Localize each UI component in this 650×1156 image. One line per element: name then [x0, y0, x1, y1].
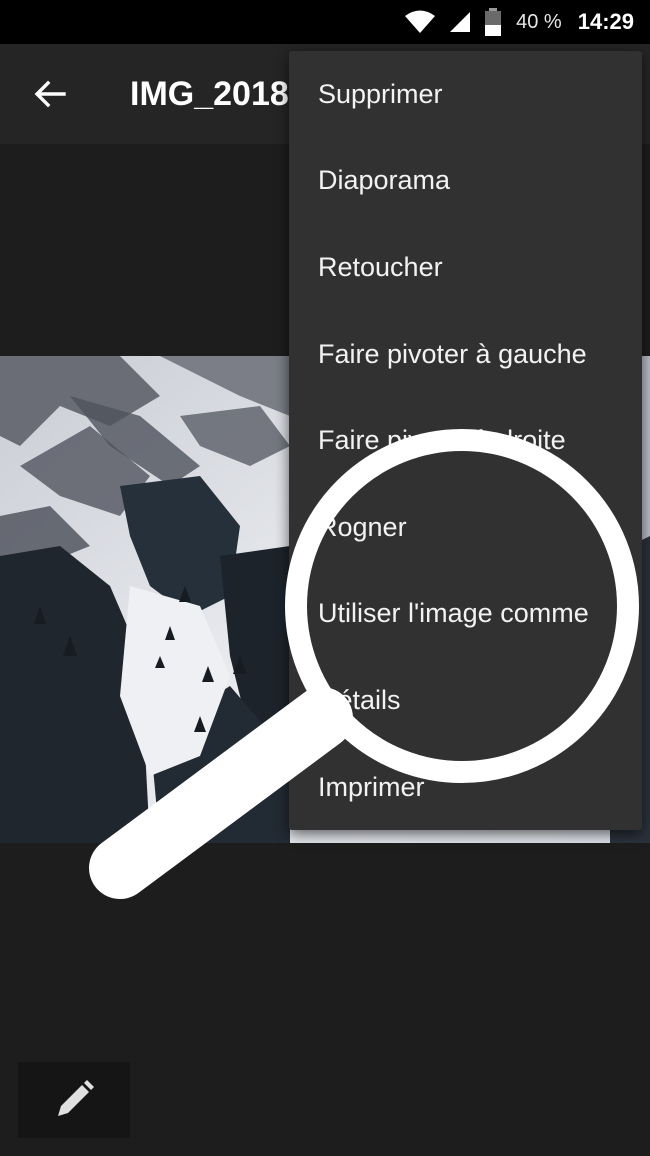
arrow-left-icon [34, 80, 66, 108]
battery-icon [485, 8, 502, 36]
menu-item-rotate-left[interactable]: Faire pivoter à gauche [289, 311, 642, 398]
gallery-screen: 40 % 14:29 IMG_2018 Supprimer Diaporama … [0, 0, 650, 1156]
menu-item-delete[interactable]: Supprimer [289, 51, 642, 138]
back-button[interactable] [0, 44, 100, 144]
menu-item-rotate-right[interactable]: Faire pivoter à droite [289, 397, 642, 484]
cell-signal-icon [450, 12, 471, 32]
menu-item-set-as[interactable]: Utiliser l'image comme [289, 571, 642, 658]
edit-button[interactable] [18, 1062, 130, 1138]
menu-item-edit[interactable]: Retoucher [289, 224, 642, 311]
menu-item-details[interactable]: Détails [289, 657, 642, 744]
clock-time: 14:29 [577, 9, 634, 34]
image-title: IMG_2018 [130, 74, 289, 113]
status-bar: 40 % 14:29 [0, 0, 650, 44]
menu-item-print[interactable]: Imprimer [289, 744, 642, 831]
pencil-icon [58, 1080, 94, 1116]
menu-item-crop[interactable]: Rogner [289, 484, 642, 571]
wifi-icon [405, 10, 436, 33]
battery-percent: 40 % [516, 10, 562, 33]
overflow-menu: Supprimer Diaporama Retoucher Faire pivo… [289, 51, 642, 830]
menu-item-slideshow[interactable]: Diaporama [289, 138, 642, 225]
